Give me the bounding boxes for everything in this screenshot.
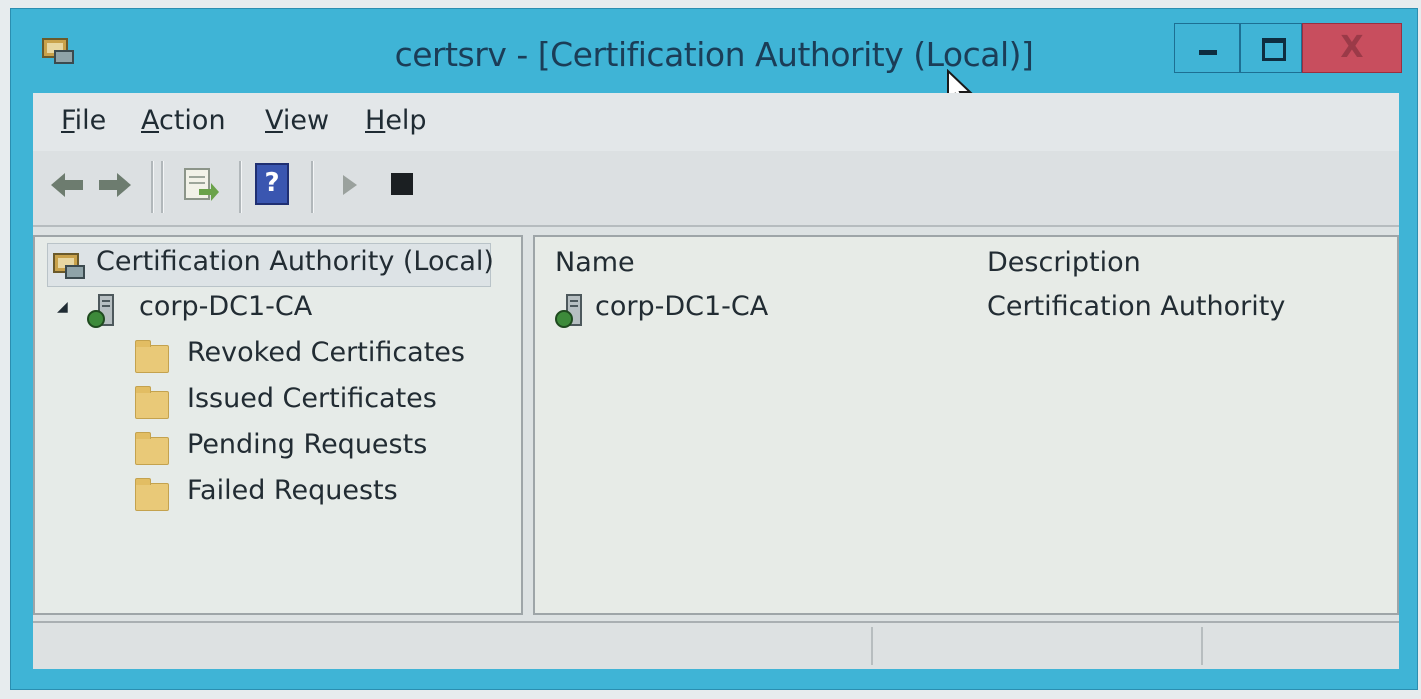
back-arrow-icon[interactable] (47, 163, 87, 207)
status-bar-separator (1201, 627, 1203, 665)
menu-view[interactable]: View (265, 105, 329, 136)
status-bar (33, 621, 1399, 669)
title-bar[interactable]: certsrv - [Certification Authority (Loca… (11, 9, 1417, 108)
ca-server-icon (87, 294, 114, 328)
menu-bar: File Action View Help (33, 93, 1399, 151)
toolbar-separator (311, 161, 314, 213)
menu-help[interactable]: Help (365, 105, 427, 136)
forward-arrow-icon[interactable] (95, 163, 135, 207)
tree-item-revoked-certificates[interactable]: Revoked Certificates (135, 337, 495, 377)
start-service-icon[interactable] (335, 163, 365, 207)
list-item[interactable]: corp-DC1-CA Certification Authority (549, 289, 1369, 331)
ca-server-icon (555, 294, 582, 328)
folder-icon (135, 340, 169, 373)
tree-item-label: corp-DC1-CA (139, 291, 313, 322)
maximize-button[interactable] (1240, 23, 1302, 73)
tree-root-label: Certification Authority (Local) (96, 246, 494, 277)
details-list-pane: Name Description corp-DC1-CA Certificati… (533, 235, 1399, 615)
expand-arrow-icon[interactable]: ◢ (57, 299, 68, 315)
folder-icon (135, 386, 169, 419)
window-frame: certsrv - [Certification Authority (Loca… (10, 8, 1418, 690)
menu-file[interactable]: File (61, 105, 106, 136)
minimize-icon (1199, 50, 1217, 55)
tree-item-issued-certificates[interactable]: Issued Certificates (135, 383, 495, 423)
maximize-icon (1262, 38, 1286, 61)
export-list-icon[interactable] (181, 163, 221, 207)
list-item-description: Certification Authority (987, 291, 1286, 322)
close-button[interactable]: X (1302, 23, 1402, 73)
tree-item-label: Issued Certificates (187, 383, 437, 414)
list-item-name: corp-DC1-CA (595, 291, 769, 322)
column-header-name[interactable]: Name (555, 247, 635, 278)
folder-icon (135, 432, 169, 465)
toolbar-separator (239, 161, 242, 213)
status-bar-separator (871, 627, 873, 665)
help-icon[interactable]: ? (255, 163, 289, 205)
certification-authority-icon (53, 253, 85, 279)
tree-item-corp-dc1-ca[interactable]: ◢ corp-DC1-CA (55, 291, 355, 331)
tree-item-failed-requests[interactable]: Failed Requests (135, 475, 495, 515)
tree-item-label: Pending Requests (187, 429, 428, 460)
toolbar: ? (33, 151, 1399, 227)
stop-service-icon[interactable] (391, 173, 413, 195)
tree-item-label: Failed Requests (187, 475, 398, 506)
close-icon: X (1340, 30, 1364, 65)
mmc-client-area: File Action View Help ? Certification Au… (33, 93, 1399, 669)
tree-root-node[interactable]: Certification Authority (Local) (47, 243, 494, 287)
toolbar-separator (151, 161, 154, 213)
column-header-description[interactable]: Description (987, 247, 1141, 278)
toolbar-separator (161, 161, 164, 213)
tree-item-pending-requests[interactable]: Pending Requests (135, 429, 495, 469)
minimize-button[interactable] (1174, 23, 1240, 73)
tree-item-label: Revoked Certificates (187, 337, 465, 368)
menu-action[interactable]: Action (141, 105, 226, 136)
console-tree-pane: Certification Authority (Local) ◢ corp-D… (33, 235, 523, 615)
folder-icon (135, 478, 169, 511)
